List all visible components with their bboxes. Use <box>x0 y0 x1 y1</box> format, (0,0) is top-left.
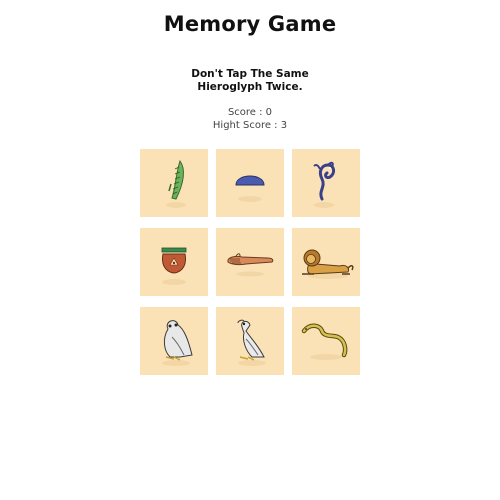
memory-game-screen: Memory Game Don't Tap The Same Hieroglyp… <box>0 0 500 500</box>
page-title: Memory Game <box>163 12 337 36</box>
basket-pot-icon <box>161 247 187 285</box>
arm-hand-icon <box>227 253 274 277</box>
owl-icon <box>162 320 193 366</box>
lion-icon <box>302 249 354 279</box>
horned-viper-icon <box>313 161 336 208</box>
tile-bread-loaf[interactable] <box>216 149 284 217</box>
score-label: Score : 0 <box>227 107 273 118</box>
instruction-line-2: Hieroglyph Twice. <box>197 81 303 93</box>
tile-reed-feather[interactable] <box>140 149 208 217</box>
tile-basket-pot[interactable] <box>140 228 208 296</box>
tile-vulture[interactable] <box>216 307 284 375</box>
tile-arm-hand[interactable] <box>216 228 284 296</box>
tile-lion[interactable] <box>292 228 360 296</box>
reed-feather-icon <box>166 159 186 208</box>
high-score-label: Hight Score : 3 <box>212 119 288 131</box>
game-instructions: Don't Tap The Same Hieroglyph Twice. <box>0 68 500 94</box>
vulture-icon <box>237 319 266 366</box>
tile-owl[interactable] <box>140 307 208 375</box>
instruction-line-1: Don't Tap The Same <box>191 68 309 80</box>
bread-loaf-icon <box>235 175 265 202</box>
hieroglyph-grid <box>140 149 361 375</box>
snake-icon <box>301 323 348 360</box>
tile-horned-viper[interactable] <box>292 149 360 217</box>
scoreboard: Score : 0 Hight Score : 3 <box>0 107 500 132</box>
tile-snake[interactable] <box>292 307 360 375</box>
